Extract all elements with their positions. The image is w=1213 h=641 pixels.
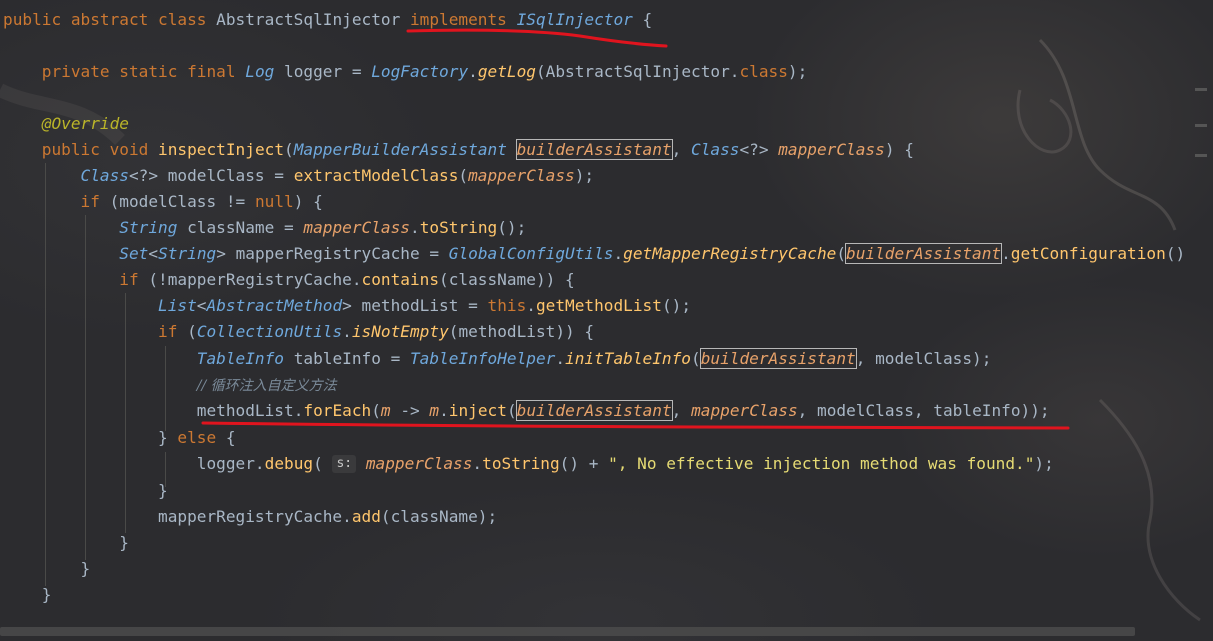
scroll-marker [1195,124,1207,127]
red-annotations [201,28,1070,430]
scroll-marker [1195,88,1207,91]
horizontal-scrollbar[interactable] [0,627,1135,636]
code-editor[interactable]: public abstract class AbstractSqlInjecto… [0,0,1213,641]
scroll-marker [1195,154,1207,157]
